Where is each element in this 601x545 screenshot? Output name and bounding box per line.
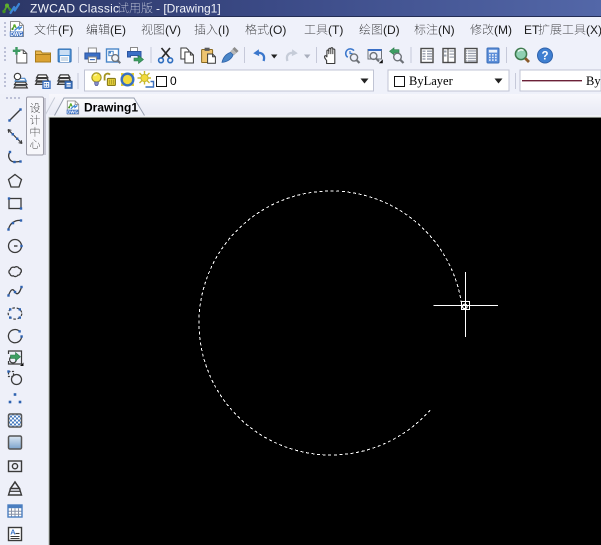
svg-text:(I): (I) bbox=[218, 23, 229, 37]
svg-text:- [Drawing1]: - [Drawing1] bbox=[156, 1, 221, 15]
svg-text:Drawing1: Drawing1 bbox=[84, 100, 138, 114]
svg-text:(E): (E) bbox=[110, 23, 126, 37]
svg-text:(O): (O) bbox=[269, 23, 286, 37]
svg-text:(V): (V) bbox=[165, 23, 181, 37]
svg-text:(D): (D) bbox=[383, 23, 400, 37]
svg-text:ZWCAD Classic: ZWCAD Classic bbox=[30, 1, 119, 15]
svg-text:(X): (X) bbox=[586, 23, 601, 37]
svg-text:(N): (N) bbox=[438, 23, 455, 37]
svg-text:(M): (M) bbox=[494, 23, 512, 37]
svg-text:ET: ET bbox=[524, 23, 540, 37]
svg-text:(T): (T) bbox=[328, 23, 343, 37]
svg-text:ByL: ByL bbox=[586, 74, 601, 88]
svg-text:DWG: DWG bbox=[10, 32, 22, 38]
svg-text:?: ? bbox=[541, 51, 548, 63]
svg-text:DWG: DWG bbox=[67, 109, 78, 114]
svg-text:(F): (F) bbox=[58, 23, 73, 37]
svg-text:0: 0 bbox=[170, 74, 177, 88]
svg-text:A: A bbox=[10, 528, 16, 537]
svg-text:ByLayer: ByLayer bbox=[409, 74, 454, 88]
